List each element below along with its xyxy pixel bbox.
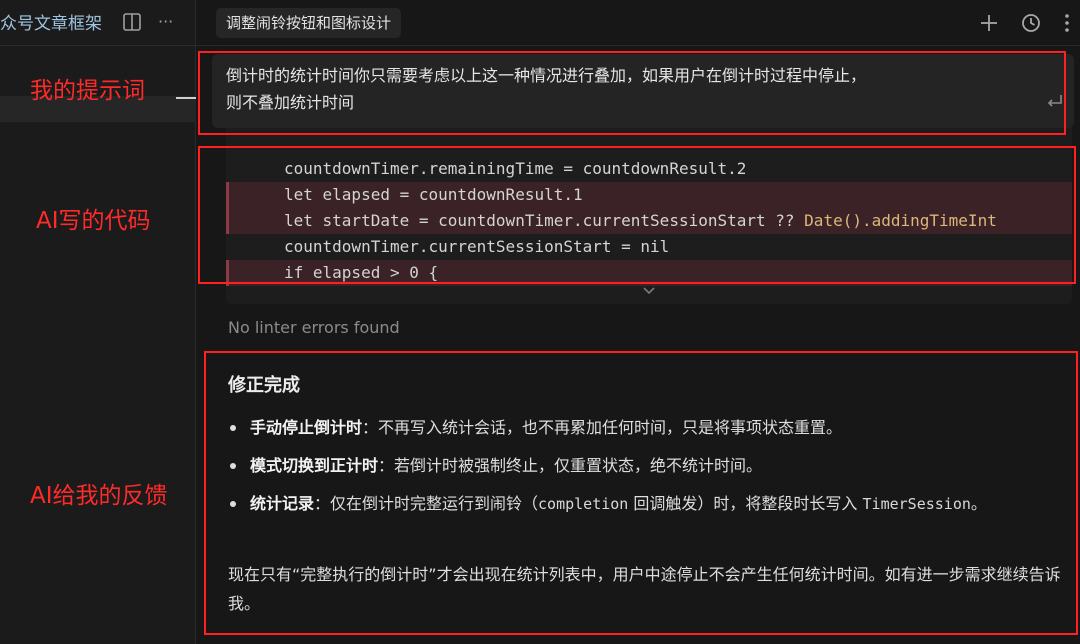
more-vertical-icon[interactable] xyxy=(1058,12,1076,34)
annotation-box-prompt xyxy=(198,51,1066,135)
more-options-icon[interactable]: ··· xyxy=(158,10,173,34)
plus-icon[interactable] xyxy=(978,12,1000,34)
history-icon[interactable] xyxy=(1020,12,1042,34)
chevron-down-icon[interactable] xyxy=(640,284,658,298)
annotation-connector xyxy=(176,97,196,99)
lint-status: No linter errors found xyxy=(228,318,400,337)
annotation-label-feedback: AI给我的反馈 xyxy=(30,483,168,509)
layout-toggle-icon[interactable] xyxy=(122,12,142,32)
chat-title-tab[interactable]: 调整闹铃按钮和图标设计 xyxy=(216,8,402,38)
sidebar-tabbar: 众号文章框架 ··· xyxy=(0,0,196,46)
annotation-box-feedback xyxy=(204,351,1078,635)
chat-header: 调整闹铃按钮和图标设计 xyxy=(196,0,1080,46)
annotation-label-code: AI写的代码 xyxy=(36,208,151,234)
annotation-label-prompt: 我的提示词 xyxy=(30,78,145,104)
sidebar-tab[interactable]: 众号文章框架 xyxy=(0,10,104,38)
annotation-box-code xyxy=(198,146,1076,284)
